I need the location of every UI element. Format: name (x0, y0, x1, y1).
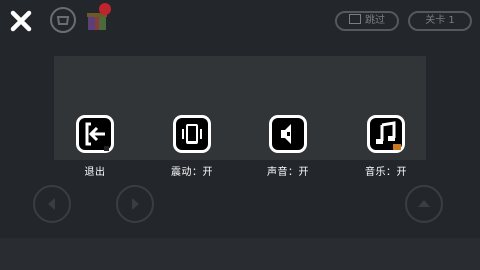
move-right-button[interactable] (116, 185, 154, 223)
speaker-icon (269, 115, 307, 153)
arrow-right-icon (132, 198, 139, 210)
vibration-icon (173, 115, 211, 153)
arrow-up-icon (418, 200, 430, 207)
move-left-button[interactable] (33, 185, 71, 223)
shopping-bag-icon (56, 16, 70, 25)
exit-button[interactable]: 退出 (60, 111, 130, 178)
sound-label: 声音：开 (267, 167, 309, 178)
music-label: 音乐：开 (365, 167, 407, 178)
skip-button[interactable]: 跳过 (335, 11, 399, 31)
jump-button[interactable] (405, 185, 443, 223)
music-note-icon (367, 115, 405, 153)
sound-toggle[interactable]: 声音：开 (253, 111, 323, 178)
skip-label: 跳过 (365, 15, 385, 26)
exit-label: 退出 (84, 167, 106, 178)
music-toggle[interactable]: 音乐：开 (351, 111, 421, 178)
vibration-label: 震动：开 (171, 167, 213, 178)
exit-icon (76, 115, 114, 153)
level-label: 关卡 1 (425, 15, 455, 26)
level-indicator: 关卡 1 (408, 11, 472, 31)
shop-button[interactable] (50, 7, 76, 33)
vibration-toggle[interactable]: 震动：开 (157, 111, 227, 178)
close-button[interactable] (8, 8, 34, 34)
notification-badge (99, 3, 111, 15)
close-icon (10, 10, 32, 32)
video-icon (349, 14, 361, 24)
arrow-left-icon (48, 198, 55, 210)
